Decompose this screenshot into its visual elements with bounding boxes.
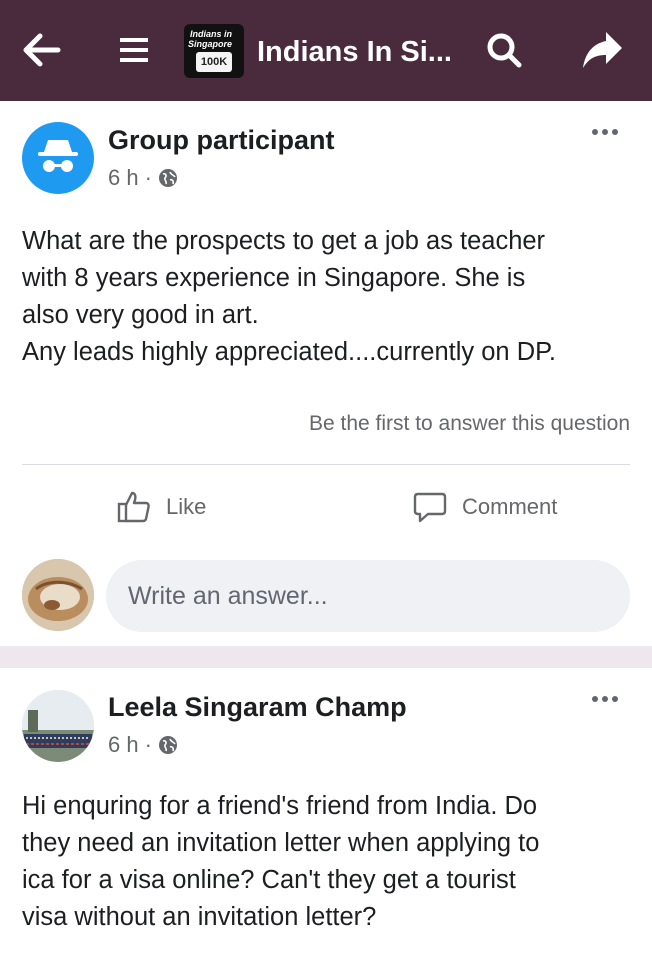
top-bar: Indians in Singapore 100K Indians In Si.… (0, 0, 652, 101)
post-author[interactable]: Leela Singaram Champ (108, 692, 407, 723)
group-avatar-text-line2: Singapore (188, 39, 233, 49)
more-options-icon[interactable] (592, 696, 618, 702)
divider (22, 464, 630, 465)
post-meta: 6 h · (108, 165, 178, 191)
like-label: Like (166, 494, 207, 519)
post-card: Leela Singaram Champ 6 h · Hi enquring f… (0, 668, 652, 960)
post-body-line: Any leads highly appreciated....currentl… (22, 338, 556, 366)
first-answer-prompt[interactable]: Be the first to answer this question (309, 412, 630, 436)
post-card: Group participant 6 h · What are the pro… (0, 101, 652, 646)
group-title[interactable]: Indians In Si... (257, 36, 452, 69)
group-avatar-text-line1: Indians in (190, 29, 233, 39)
search-icon[interactable] (478, 24, 530, 76)
like-button[interactable]: Like (116, 489, 206, 525)
answer-input[interactable]: Write an answer... (106, 560, 630, 632)
post-body-line: they need an invitation letter when appl… (22, 829, 540, 857)
post-author[interactable]: Group participant (108, 125, 335, 156)
comment-label: Comment (462, 494, 558, 519)
share-icon[interactable] (576, 24, 628, 76)
comment-bubble-icon (413, 492, 447, 523)
post-body: Hi enquring for a friend's friend from I… (22, 788, 632, 936)
more-options-icon[interactable] (592, 129, 618, 135)
meta-separator: · (144, 732, 152, 757)
post-body-line: also very good in art. (22, 301, 259, 329)
post-time[interactable]: 6 h (108, 165, 139, 191)
post-body-line: visa without an invitation letter? (22, 903, 377, 931)
post-body-line: ica for a visa online? Can't they get a … (22, 866, 516, 894)
post-separator (0, 646, 652, 668)
post-meta: 6 h · (108, 732, 178, 758)
group-avatar[interactable]: Indians in Singapore 100K (184, 24, 244, 78)
post-body-line: Hi enquring for a friend's friend from I… (22, 792, 538, 820)
post-body-line: with 8 years experience in Singapore. Sh… (22, 264, 526, 292)
current-user-avatar (22, 559, 94, 631)
thumbs-up-icon (117, 491, 150, 523)
globe-icon (158, 168, 178, 188)
back-arrow-icon[interactable] (16, 24, 68, 76)
comment-button[interactable]: Comment (412, 489, 557, 525)
globe-icon (158, 735, 178, 755)
meta-separator: · (144, 165, 152, 190)
post-time[interactable]: 6 h (108, 732, 139, 758)
hamburger-menu-icon[interactable] (108, 24, 160, 76)
group-member-badge: 100K (196, 52, 232, 72)
anonymous-participant-avatar (22, 122, 94, 194)
post-body: What are the prospects to get a job as t… (22, 223, 632, 371)
author-avatar[interactable] (22, 690, 94, 762)
post-body-line: What are the prospects to get a job as t… (22, 227, 546, 255)
answer-placeholder: Write an answer... (128, 581, 328, 610)
incognito-icon (38, 140, 78, 172)
